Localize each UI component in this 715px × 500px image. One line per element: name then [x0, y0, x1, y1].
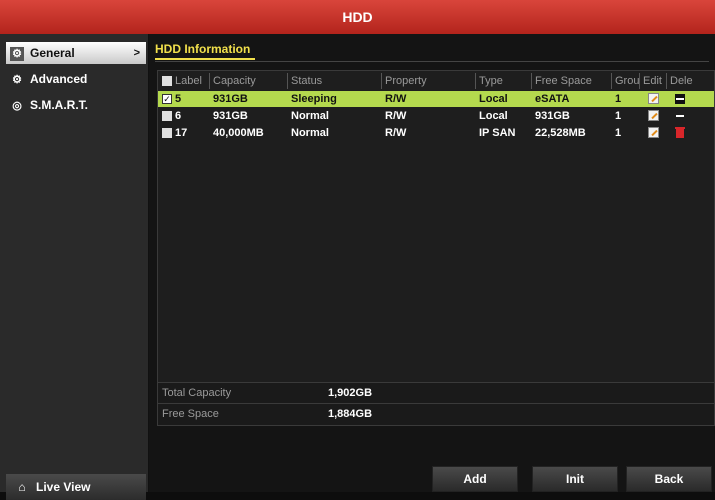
column-header: Label: [172, 73, 210, 89]
disk-icon: ◎: [12, 99, 22, 112]
capacity-summary: Total Capacity 1,902GB Free Space 1,884G…: [157, 382, 715, 426]
window-title: HDD: [0, 0, 715, 34]
column-header: Free Space: [532, 73, 612, 89]
cell-type: Local: [479, 110, 508, 122]
cell-type: IP SAN: [479, 127, 516, 139]
live-view-button[interactable]: ⌂ Live View: [6, 474, 146, 500]
sidebar-item-smart[interactable]: ◎ S.M.A.R.T.: [6, 94, 146, 116]
column-header: Property: [382, 73, 476, 89]
row-checkbox[interactable]: [162, 128, 172, 138]
add-button[interactable]: Add: [432, 466, 518, 492]
edit-icon[interactable]: [648, 93, 659, 104]
free-space-value: 1,884GB: [328, 408, 373, 420]
tools-icon: ⚙: [12, 73, 22, 86]
hdd-table: Label Capacity Status Property Type Free…: [157, 70, 715, 394]
cell-label: 17: [175, 127, 188, 139]
cell-property: R/W: [385, 110, 407, 122]
trash-icon[interactable]: [675, 127, 685, 138]
gear-icon: ⚙: [10, 46, 24, 61]
cell-property: R/W: [385, 127, 407, 139]
sidebar-item-label: S.M.A.R.T.: [30, 98, 89, 112]
cell-free-space: 22,528MB: [535, 127, 586, 139]
cell-capacity: 40,000MB: [213, 127, 264, 139]
cell-capacity: 931GB: [213, 93, 248, 105]
cell-group: 1: [615, 110, 622, 122]
cell-group: 1: [615, 127, 622, 139]
column-header: Status: [288, 73, 382, 89]
sidebar: ⚙ General > ⚙ Advanced ◎ S.M.A.R.T. ⌂ Live V…: [0, 34, 149, 500]
column-header: Type: [476, 73, 532, 89]
cell-group: 1: [615, 93, 622, 105]
tab-hdd-information[interactable]: HDD Information: [155, 42, 250, 56]
table-row[interactable]: ✓ 5 931GB Sleeping R/W Local eSATA 1: [158, 91, 714, 107]
cell-label: 6: [175, 110, 182, 122]
table-row[interactable]: 17 40,000MB Normal R/W IP SAN 22,528MB 1: [158, 125, 714, 141]
row-checkbox[interactable]: [162, 111, 172, 121]
column-header: Capacity: [210, 73, 288, 89]
home-icon: ⌂: [18, 480, 26, 494]
cell-label: 5: [175, 93, 182, 105]
total-capacity-label: Total Capacity: [162, 387, 232, 399]
column-header: Dele: [670, 75, 693, 87]
cell-type: Local: [479, 93, 508, 105]
delete-icon[interactable]: [675, 111, 685, 121]
cell-status: Sleeping: [291, 93, 337, 105]
cell-property: R/W: [385, 93, 407, 105]
sidebar-item-general[interactable]: ⚙ General >: [6, 42, 146, 64]
table-row[interactable]: 6 931GB Normal R/W Local 931GB 1: [158, 108, 714, 124]
table-header: Label Capacity Status Property Type Free…: [158, 73, 714, 89]
back-button[interactable]: Back: [626, 466, 712, 492]
free-space-label: Free Space: [162, 408, 219, 420]
select-all-checkbox[interactable]: [162, 76, 172, 86]
init-button[interactable]: Init: [532, 466, 618, 492]
sidebar-item-label: General: [30, 46, 75, 60]
main-panel: HDD Information Label Capacity Status Pr…: [149, 34, 715, 492]
cell-status: Normal: [291, 110, 329, 122]
chevron-right-icon: >: [133, 47, 140, 59]
cell-capacity: 931GB: [213, 110, 248, 122]
column-header: Edit: [640, 73, 667, 89]
delete-icon[interactable]: [675, 94, 685, 104]
total-capacity-value: 1,902GB: [328, 387, 373, 399]
sidebar-item-advanced[interactable]: ⚙ Advanced: [6, 68, 146, 90]
edit-icon[interactable]: [648, 110, 659, 121]
row-checkbox[interactable]: ✓: [162, 94, 172, 104]
tab-underline: [155, 58, 255, 60]
sidebar-item-label: Advanced: [30, 72, 88, 86]
cell-free-space: 931GB: [535, 110, 570, 122]
cell-status: Normal: [291, 127, 329, 139]
total-capacity-row: Total Capacity 1,902GB: [158, 383, 714, 403]
cell-free-space: eSATA: [535, 93, 570, 105]
column-header: Grou: [612, 73, 640, 89]
free-space-row: Free Space 1,884GB: [158, 404, 714, 424]
tab-divider: [155, 61, 709, 62]
edit-icon[interactable]: [648, 127, 659, 138]
